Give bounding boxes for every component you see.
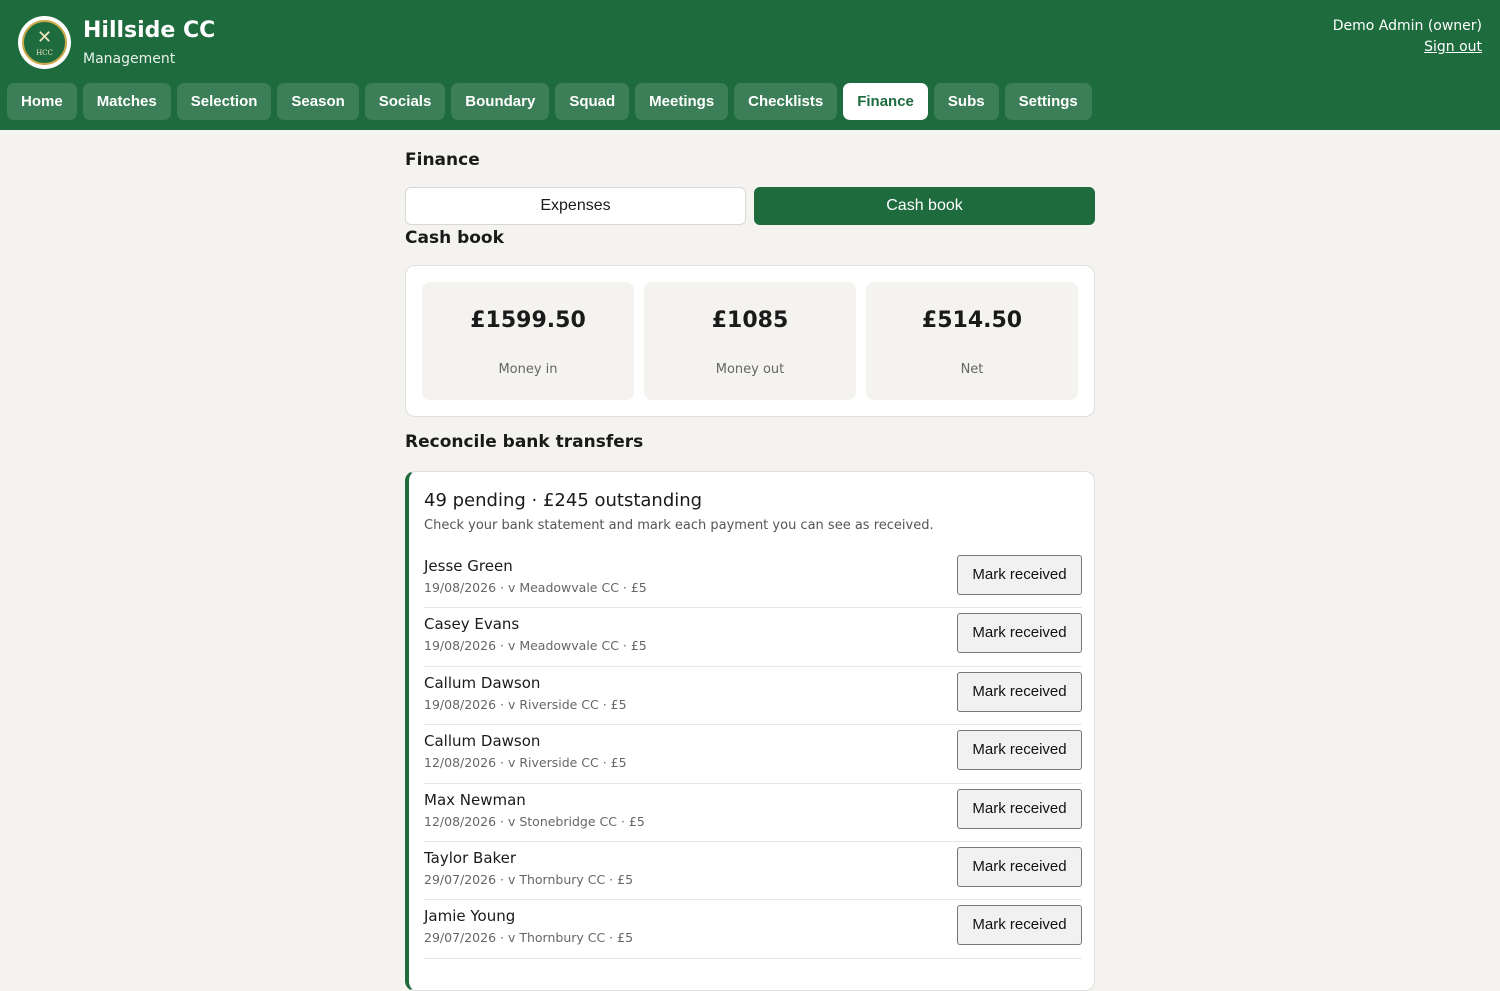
list-item: Taylor Baker 29/07/2026 · v Thornbury CC… bbox=[424, 842, 1082, 901]
top-bar: ✕ HCC Hillside CC Management Demo Admin … bbox=[0, 0, 1500, 130]
page-title: Finance bbox=[405, 150, 480, 170]
payment-details: 12/08/2026 · v Stonebridge CC · £5 bbox=[424, 813, 645, 829]
club-subtitle: Management bbox=[83, 51, 176, 67]
reconcile-hint: Check your bank statement and mark each … bbox=[424, 518, 934, 533]
nav-item[interactable]: Squad bbox=[555, 83, 630, 120]
money-out-stat: £1085 Money out bbox=[644, 282, 856, 400]
current-user: Demo Admin (owner) bbox=[1332, 18, 1482, 34]
payer-name: Jamie Young bbox=[424, 907, 516, 926]
mark-received-button[interactable]: Mark received bbox=[957, 730, 1082, 771]
list-item: Jamie Young 29/07/2026 · v Thornbury CC … bbox=[424, 900, 1082, 959]
pending-list: Jesse Green 19/08/2026 · v Meadowvale CC… bbox=[424, 550, 1082, 959]
net-stat: £514.50 Net bbox=[866, 282, 1078, 400]
payer-name: Callum Dawson bbox=[424, 732, 541, 751]
nav-item[interactable]: Selection bbox=[176, 83, 272, 120]
nav-item[interactable]: Settings bbox=[1004, 83, 1092, 120]
mark-received-button[interactable]: Mark received bbox=[957, 788, 1082, 829]
payment-details: 19/08/2026 · v Meadowvale CC · £5 bbox=[424, 580, 647, 595]
sign-out-link[interactable]: Sign out bbox=[1424, 39, 1482, 55]
list-item: Callum Dawson 19/08/2026 · v Riverside C… bbox=[424, 667, 1082, 726]
nav-item[interactable]: Checklists bbox=[734, 83, 838, 120]
list-item: Callum Dawson 12/08/2026 · v Riverside C… bbox=[424, 725, 1082, 784]
logo-text: HCC bbox=[36, 49, 53, 57]
pending-summary: 49 pending · £245 outstanding bbox=[424, 490, 703, 511]
nav-item[interactable]: Matches bbox=[82, 83, 171, 120]
crossed-bats-icon: ✕ bbox=[36, 27, 53, 48]
reconcile-card: 49 pending · £245 outstanding Check your… bbox=[405, 471, 1095, 991]
tab-cash-book[interactable]: Cash book bbox=[754, 187, 1095, 225]
payer-name: Jesse Green bbox=[424, 557, 513, 575]
payer-name: Max Newman bbox=[424, 790, 526, 809]
cash-summary-card: £1599.50 Money in £1085 Money out £514.5… bbox=[405, 265, 1095, 417]
mark-received-button[interactable]: Mark received bbox=[957, 846, 1082, 887]
stat-label: Money out bbox=[715, 362, 785, 377]
stat-value: £1085 bbox=[711, 308, 789, 333]
nav-item[interactable]: Finance bbox=[843, 83, 928, 120]
payment-details: 19/08/2026 · v Meadowvale CC · £5 bbox=[424, 638, 647, 654]
list-item: Casey Evans 19/08/2026 · v Meadowvale CC… bbox=[424, 608, 1082, 667]
payment-details: 12/08/2026 · v Riverside CC · £5 bbox=[424, 755, 627, 771]
payer-name: Callum Dawson bbox=[424, 673, 541, 692]
main-nav: Home Matches Selection Season Socials Bo… bbox=[7, 83, 1092, 121]
mark-received-button[interactable]: Mark received bbox=[957, 905, 1082, 946]
mark-received-button[interactable]: Mark received bbox=[957, 671, 1082, 712]
reconcile-heading: Reconcile bank transfers bbox=[405, 432, 644, 452]
payer-name: Casey Evans bbox=[424, 615, 520, 634]
nav-item[interactable]: Season bbox=[277, 83, 359, 120]
payment-details: 29/07/2026 · v Thornbury CC · £5 bbox=[424, 871, 634, 887]
payment-details: 19/08/2026 · v Riverside CC · £5 bbox=[424, 696, 627, 712]
nav-item[interactable]: Home bbox=[7, 83, 77, 120]
club-logo[interactable]: ✕ HCC bbox=[18, 16, 71, 69]
nav-item[interactable]: Meetings bbox=[635, 83, 729, 120]
club-crest-icon: ✕ HCC bbox=[22, 20, 67, 65]
nav-item[interactable]: Socials bbox=[364, 83, 446, 120]
list-item: Jesse Green 19/08/2026 · v Meadowvale CC… bbox=[424, 550, 1082, 609]
stat-value: £514.50 bbox=[921, 308, 1023, 333]
money-in-stat: £1599.50 Money in bbox=[422, 282, 634, 400]
list-item: Max Newman 12/08/2026 · v Stonebridge CC… bbox=[424, 784, 1082, 842]
tab-expenses[interactable]: Expenses bbox=[405, 187, 746, 225]
payer-name: Taylor Baker bbox=[424, 848, 517, 867]
stat-label: Money in bbox=[498, 362, 558, 377]
nav-item[interactable]: Boundary bbox=[451, 83, 550, 120]
nav-item[interactable]: Subs bbox=[933, 83, 999, 120]
stat-value: £1599.50 bbox=[470, 308, 586, 333]
mark-received-button[interactable]: Mark received bbox=[957, 555, 1082, 595]
section-title: Cash book bbox=[405, 228, 504, 248]
mark-received-button[interactable]: Mark received bbox=[957, 613, 1082, 654]
club-name: Hillside CC bbox=[83, 18, 216, 43]
stat-label: Net bbox=[960, 362, 984, 377]
